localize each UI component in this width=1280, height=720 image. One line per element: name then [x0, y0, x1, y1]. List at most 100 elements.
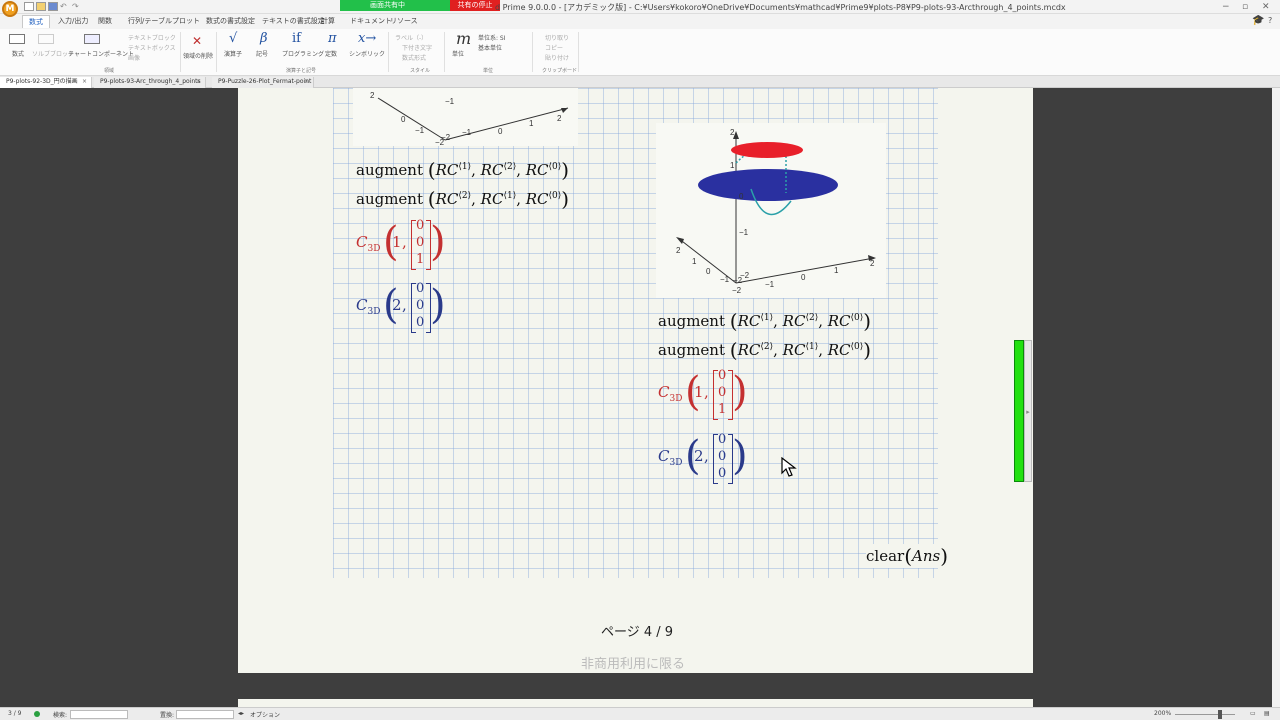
- zoom-slider[interactable]: [1175, 714, 1235, 715]
- tab-math[interactable]: 数式: [22, 15, 50, 28]
- augment-function: augment: [658, 312, 725, 330]
- group-region-label: 領域: [104, 68, 115, 74]
- replace-input[interactable]: [176, 710, 234, 719]
- variable: RC: [782, 312, 806, 330]
- green-side-handle[interactable]: [1014, 340, 1024, 482]
- close-tab-icon[interactable]: ×: [82, 77, 87, 87]
- stop-share-button[interactable]: 共有の停止: [450, 0, 500, 11]
- tick-label: 0: [401, 115, 406, 124]
- base-unit-button[interactable]: 基本単位: [478, 43, 502, 52]
- doc-tab-93[interactable]: P9-plots-93-Arc_through_4_points ×: [94, 77, 206, 88]
- symbolic-button[interactable]: シンボリック: [349, 49, 385, 58]
- augment-expression-4[interactable]: augment (RC⟨2⟩, RC⟨1⟩, RC⟨0⟩): [658, 338, 871, 362]
- cut-button[interactable]: 切り取り: [545, 33, 569, 42]
- zoom-level: 200%: [1154, 710, 1172, 717]
- operators-button[interactable]: 演算子: [224, 49, 242, 58]
- matrix-cell: 0: [718, 385, 727, 400]
- open-folder-icon[interactable]: [36, 2, 46, 11]
- copy-button[interactable]: コピー: [545, 43, 563, 52]
- tab-text-formatting[interactable]: テキストの書式設定: [262, 16, 325, 26]
- matrix-cell: 1: [718, 402, 727, 417]
- augment-expression-3[interactable]: augment (RC⟨1⟩, RC⟨2⟩, RC⟨0⟩): [658, 309, 871, 333]
- unit-button[interactable]: 単位: [452, 49, 464, 58]
- text-box-button[interactable]: テキストボックス: [128, 43, 176, 52]
- mouse-cursor-icon: [781, 457, 797, 477]
- ribbon: 数式 ソルブブロック チャートコンポーネント テキストブロック テキストボックス…: [0, 29, 1280, 76]
- c3d-call-2[interactable]: C3D ( 2 , 0 0 0 ): [356, 281, 446, 337]
- matrix-cell: 0: [718, 368, 727, 383]
- close-tab-icon[interactable]: ×: [196, 77, 201, 87]
- tab-matrices-tables[interactable]: 行列/テーブル: [128, 16, 172, 26]
- draft-view-icon[interactable]: ▤: [1264, 710, 1270, 717]
- doc-tab-puzzle-26[interactable]: P9-Puzzle-26-Plot_Fermat-point ×: [212, 77, 314, 88]
- tab-input-output[interactable]: 入力/出力: [58, 16, 88, 26]
- zoom-slider-thumb[interactable]: [1218, 710, 1222, 719]
- unit-system-dropdown[interactable]: 単位系: SI: [478, 33, 506, 42]
- clear-expression[interactable]: clear(Ans): [866, 544, 949, 568]
- augment-expression-2[interactable]: augment (RC⟨2⟩, RC⟨1⟩, RC⟨0⟩): [356, 187, 569, 211]
- label-dropdown[interactable]: ラベル（-）: [395, 33, 427, 42]
- new-file-icon[interactable]: [24, 2, 34, 11]
- tick-label: 2: [557, 114, 562, 123]
- argument: 2: [694, 447, 704, 465]
- subscript-button[interactable]: 下付き文字: [402, 43, 432, 52]
- close-icon[interactable]: ✕: [1262, 2, 1270, 12]
- variable: C: [658, 447, 670, 465]
- chart-component-button[interactable]: チャートコンポーネント: [68, 49, 134, 58]
- plot-3d-right[interactable]: 2 1 0 −1 −2 2 1 0 −1 −2 −1 0 1 2 −2: [656, 123, 886, 298]
- tick-label: 2: [730, 128, 735, 137]
- status-bar: 3 / 9 検索: 置換: ◂▸ オプション 200% ▭ ▤: [0, 707, 1280, 720]
- paste-button[interactable]: 貼り付け: [545, 53, 569, 62]
- unit-icon: m: [456, 29, 472, 48]
- math-style-button[interactable]: 数式形式: [402, 53, 426, 62]
- augment-expression-1[interactable]: augment (RC⟨1⟩, RC⟨2⟩, RC⟨0⟩): [356, 158, 569, 182]
- c3d-call-1[interactable]: C3D ( 1 , 0 0 1 ): [356, 218, 446, 274]
- close-tab-icon[interactable]: ×: [304, 77, 309, 87]
- math-button[interactable]: 数式: [12, 49, 24, 58]
- window-title: d Prime 9.0.0.0 - [アカデミック版] - C:¥Users¥k…: [495, 3, 1066, 12]
- page-view-icon[interactable]: ▭: [1250, 710, 1256, 717]
- help-icon[interactable]: ?: [1268, 16, 1272, 25]
- title-bar: M ↶ ↷ 画面共有中 共有の停止 d Prime 9.0.0.0 - [アカデ…: [0, 0, 1280, 17]
- math-region-icon[interactable]: [9, 34, 25, 44]
- delete-region-button[interactable]: 領域の削除: [183, 51, 213, 60]
- c3d-call-3[interactable]: C3D ( 1 , 0 0 1 ): [658, 368, 748, 424]
- c3d-call-4[interactable]: C3D ( 2 , 0 0 0 ): [658, 432, 748, 488]
- image-button[interactable]: 画像: [128, 53, 140, 62]
- tab-plots[interactable]: プロット: [172, 16, 200, 26]
- redo-icon[interactable]: ↷: [72, 2, 82, 11]
- app-logo-icon[interactable]: M: [2, 1, 18, 17]
- delete-region-icon[interactable]: ✕: [192, 34, 202, 48]
- worksheet-page[interactable]: 2 −1 0 −1 −2 −1 0 1 2 −2 augment (RC⟨1⟩,…: [238, 88, 1033, 673]
- clear-function: clear: [866, 547, 905, 565]
- tab-document[interactable]: ドキュメント: [350, 16, 392, 26]
- tab-functions[interactable]: 関数: [98, 16, 112, 26]
- tab-calculation[interactable]: 計算: [321, 16, 335, 26]
- text-block-button[interactable]: テキストブロック: [128, 33, 176, 42]
- options-dropdown[interactable]: オプション: [250, 710, 280, 719]
- graduation-cap-icon[interactable]: 🎓: [1252, 15, 1264, 26]
- constants-button[interactable]: 定数: [325, 49, 337, 58]
- search-input[interactable]: [70, 710, 128, 719]
- minimize-icon[interactable]: −: [1222, 2, 1230, 12]
- tab-math-formatting[interactable]: 数式の書式設定: [206, 16, 255, 26]
- variable: RC: [782, 341, 806, 359]
- matrix-cell: 0: [718, 466, 727, 481]
- variable: RC: [435, 161, 459, 179]
- programming-button[interactable]: プログラミング: [282, 49, 324, 58]
- arrows-icon[interactable]: ◂▸: [238, 710, 244, 717]
- panel-expand-icon[interactable]: ▸: [1024, 340, 1032, 482]
- variable: RC: [480, 190, 504, 208]
- tick-label: −1: [739, 228, 749, 237]
- operators-icon: √: [229, 31, 238, 46]
- maximize-icon[interactable]: ▫: [1242, 2, 1248, 12]
- tab-resources[interactable]: リソース: [390, 16, 418, 26]
- undo-icon[interactable]: ↶: [60, 2, 70, 11]
- vertical-scrollbar[interactable]: [1272, 88, 1280, 707]
- doc-tab-92[interactable]: P9-plots-92-3D_円の描画 ×: [0, 77, 92, 88]
- save-icon[interactable]: [48, 2, 58, 11]
- symbols-button[interactable]: 記号: [256, 49, 268, 58]
- group-clipboard-label: クリップボード: [542, 68, 578, 74]
- plot-3d-left[interactable]: 2 −1 0 −1 −2 −1 0 1 2 −2: [353, 88, 578, 147]
- tick-label: −1: [720, 275, 730, 284]
